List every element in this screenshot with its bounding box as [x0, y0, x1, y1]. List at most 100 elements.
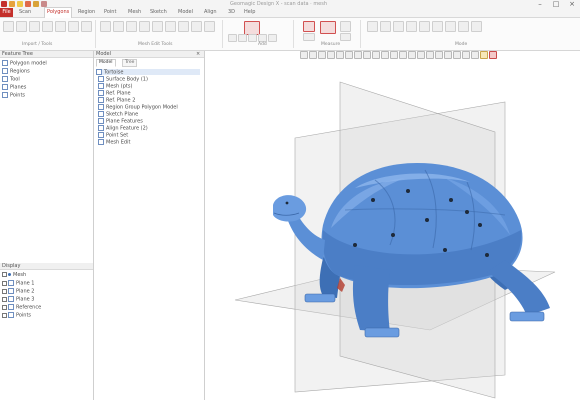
light-icon[interactable] [435, 51, 443, 59]
merge-icon[interactable] [178, 21, 189, 32]
view-right-icon[interactable] [327, 51, 335, 59]
display-item[interactable]: Plane 1 [2, 280, 34, 287]
tree-item[interactable]: Tool [2, 76, 20, 83]
highlight-icon[interactable] [480, 51, 488, 59]
trim-icon[interactable] [165, 21, 176, 32]
add-feature-icon[interactable] [244, 21, 260, 35]
minimize-icon[interactable]: – [532, 0, 548, 8]
tab-scan[interactable]: Scan [19, 8, 31, 17]
checkbox[interactable] [2, 312, 7, 318]
tree-item[interactable]: Align Feature (2) [98, 125, 148, 132]
lasso-mode-icon[interactable] [393, 21, 404, 32]
point-icon[interactable] [29, 21, 40, 32]
add-plane-icon[interactable] [228, 34, 237, 42]
view-bottom-icon[interactable] [345, 51, 353, 59]
offset-icon[interactable] [191, 21, 202, 32]
display-item[interactable]: Plane 2 [2, 288, 34, 295]
tree-item[interactable]: Point Set [98, 132, 128, 139]
scan-icon[interactable] [42, 21, 53, 32]
zoom-out-icon[interactable] [381, 51, 389, 59]
tree-item[interactable]: Points [2, 92, 25, 99]
pan-icon[interactable] [399, 51, 407, 59]
display-item[interactable]: Mesh [2, 272, 26, 278]
add-point-icon[interactable] [248, 34, 257, 42]
checkbox[interactable] [2, 288, 7, 294]
subtab-tree[interactable]: Tree [122, 59, 138, 67]
wireframe-icon[interactable] [417, 51, 425, 59]
invert-mode-icon[interactable] [471, 21, 482, 32]
shading-icon[interactable] [408, 51, 416, 59]
window-mode-icon[interactable] [406, 21, 417, 32]
filter-icon[interactable] [68, 21, 79, 32]
stop-icon[interactable] [489, 51, 497, 59]
display-item[interactable]: Points [2, 312, 31, 319]
tab-polygons[interactable]: Polygons [44, 7, 73, 18]
measure-radius-icon[interactable] [340, 21, 351, 32]
measure-distance-icon[interactable] [303, 21, 315, 32]
tree-item[interactable]: Ref. Plane [98, 90, 131, 97]
subtab-model[interactable]: Model [96, 59, 116, 67]
close-icon[interactable]: × [564, 0, 580, 8]
tab-align[interactable]: Align [204, 8, 217, 17]
display-item[interactable]: Reference [2, 304, 41, 311]
heal-icon[interactable] [139, 21, 150, 32]
open-icon[interactable] [17, 1, 23, 7]
measure-volume-icon[interactable] [340, 33, 351, 41]
through-mode-icon[interactable] [458, 21, 469, 32]
tab-mesh[interactable]: Mesh [128, 8, 141, 17]
3d-viewport[interactable] [205, 60, 580, 400]
tree-item[interactable]: Surface Body (1) [98, 76, 148, 83]
tool-icon[interactable] [16, 21, 27, 32]
add-csys-icon[interactable] [258, 34, 267, 42]
undo-icon[interactable] [33, 1, 39, 7]
ref-icon[interactable] [55, 21, 66, 32]
new-icon[interactable] [9, 1, 15, 7]
zoom-fit-icon[interactable] [363, 51, 371, 59]
tab-region[interactable]: Region [78, 8, 95, 17]
fill-holes-icon[interactable] [100, 21, 111, 32]
scene-canvas[interactable] [205, 60, 580, 400]
paint-mode-icon[interactable] [419, 21, 430, 32]
add-vector-icon[interactable] [238, 34, 247, 42]
checkbox[interactable] [2, 296, 7, 302]
smooth-icon[interactable] [81, 21, 92, 32]
save-icon[interactable] [25, 1, 31, 7]
app-logo-icon[interactable] [1, 1, 7, 7]
maximize-icon[interactable]: □ [548, 0, 564, 8]
display-icon[interactable] [453, 51, 461, 59]
tree-item[interactable]: Mesh (pts) [98, 83, 132, 90]
tree-item[interactable]: Region Group Polygon Model [98, 104, 178, 111]
checkbox[interactable] [2, 280, 7, 286]
visible-mode-icon[interactable] [445, 21, 456, 32]
thicken-icon[interactable] [204, 21, 215, 32]
decimate-icon[interactable] [113, 21, 124, 32]
checkbox[interactable] [2, 272, 7, 277]
view-back-icon[interactable] [309, 51, 317, 59]
axis-icon[interactable] [471, 51, 479, 59]
tree-item[interactable]: Polygon model [2, 60, 47, 67]
zoom-in-icon[interactable] [372, 51, 380, 59]
tree-item[interactable]: Regions [2, 68, 30, 75]
tab-sketch[interactable]: Sketch [150, 8, 167, 17]
add-line-icon[interactable] [268, 34, 277, 42]
grid-icon[interactable] [462, 51, 470, 59]
display-item[interactable]: Plane 3 [2, 296, 34, 303]
rotate-icon[interactable] [390, 51, 398, 59]
measure-area-icon[interactable] [303, 33, 315, 41]
tree-item[interactable]: Planes [2, 84, 26, 91]
brush-mode-icon[interactable] [380, 21, 391, 32]
subdivide-icon[interactable] [152, 21, 163, 32]
color-icon[interactable] [444, 51, 452, 59]
view-front-icon[interactable] [300, 51, 308, 59]
tab-point[interactable]: Point [104, 8, 116, 17]
view-left-icon[interactable] [318, 51, 326, 59]
tree-item[interactable]: Tortoise [96, 69, 200, 76]
import-icon[interactable] [3, 21, 14, 32]
tab-help[interactable]: Help [244, 8, 255, 17]
view-top-icon[interactable] [336, 51, 344, 59]
optimize-icon[interactable] [126, 21, 137, 32]
tab-model[interactable]: Model [178, 8, 193, 17]
tree-item[interactable]: Ref. Plane 2 [98, 97, 135, 104]
close-icon[interactable]: × [196, 51, 200, 57]
checkbox[interactable] [2, 304, 7, 310]
